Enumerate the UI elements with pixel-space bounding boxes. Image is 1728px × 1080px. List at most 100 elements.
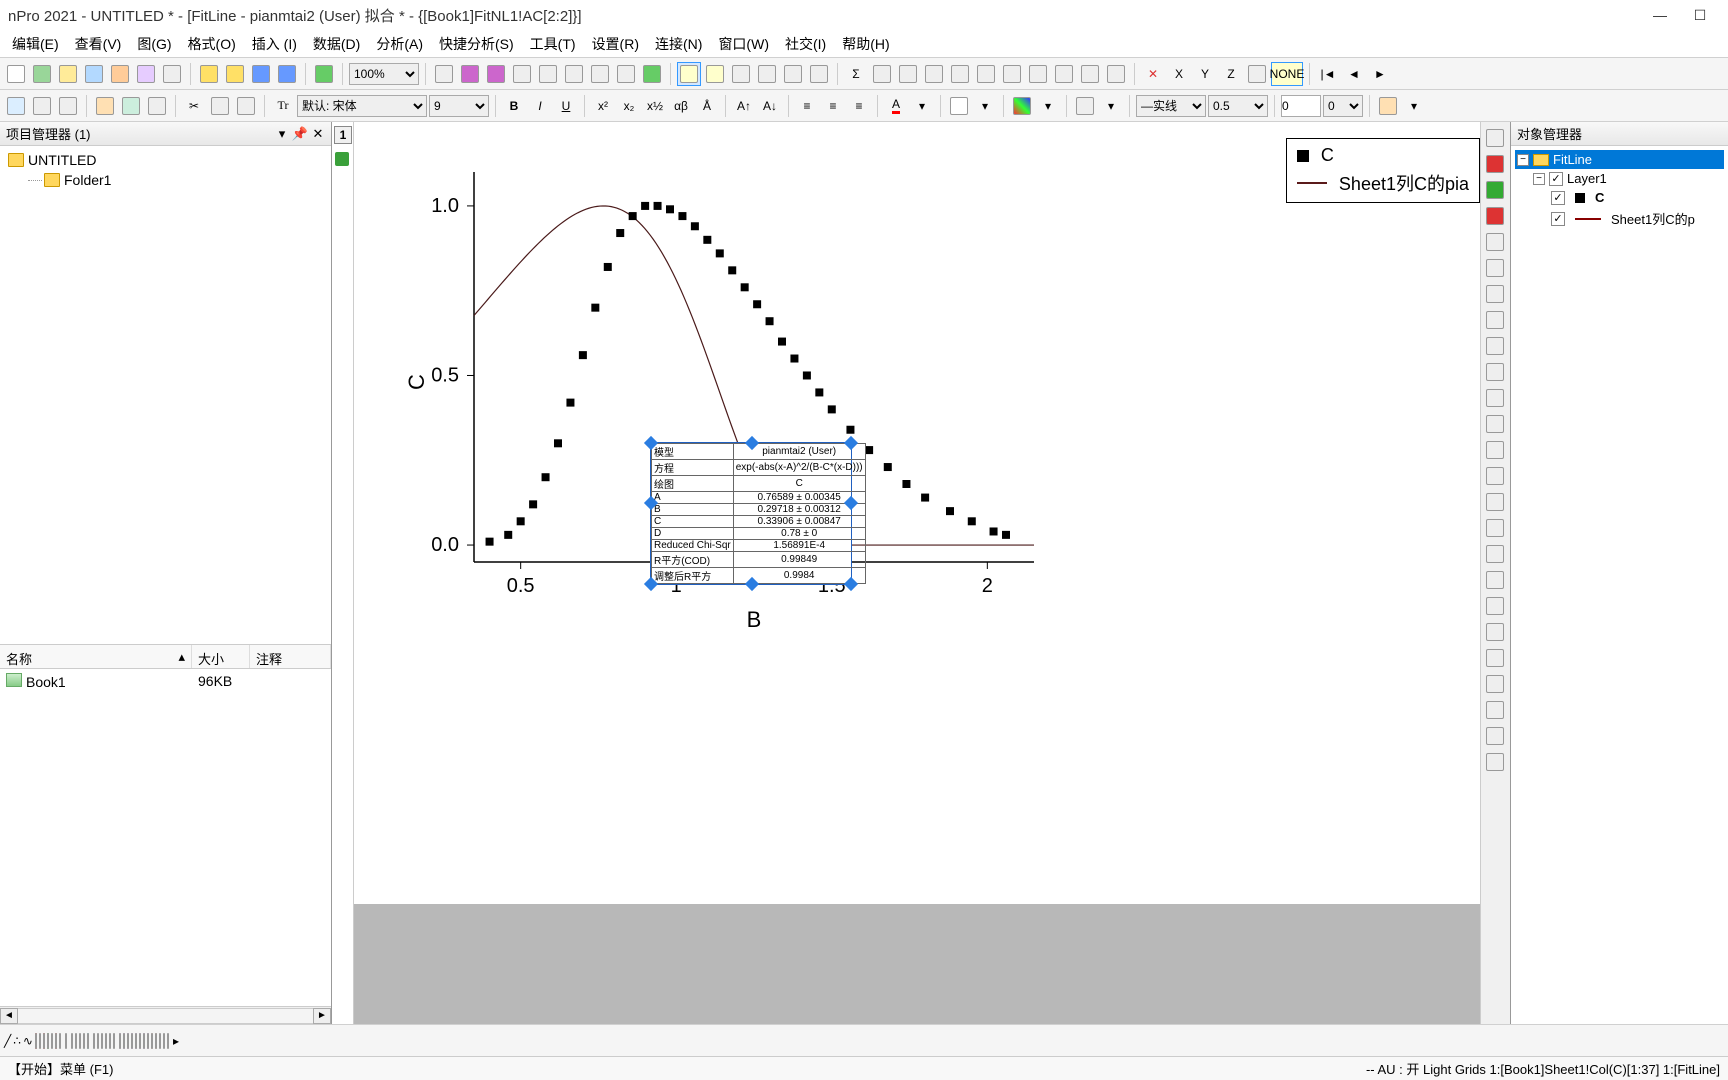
tool-i-icon[interactable] bbox=[1483, 438, 1507, 462]
stock-plot-icon[interactable] bbox=[55, 1034, 57, 1048]
scatter-plot-icon[interactable]: ∴ bbox=[13, 1034, 21, 1048]
tool-c-icon[interactable] bbox=[1483, 282, 1507, 306]
col-z-icon[interactable] bbox=[1000, 62, 1024, 86]
bold-icon[interactable]: B bbox=[502, 94, 526, 118]
checkbox-icon[interactable]: ✓ bbox=[1551, 191, 1565, 205]
stats-icon[interactable] bbox=[870, 62, 894, 86]
highlight-icon[interactable] bbox=[947, 94, 971, 118]
layer4-icon[interactable] bbox=[83, 1034, 85, 1048]
histogram-icon[interactable] bbox=[43, 1034, 45, 1048]
col-note[interactable]: 注释 bbox=[250, 645, 331, 668]
new-matrix-icon[interactable] bbox=[56, 62, 80, 86]
tool-q-icon[interactable] bbox=[1483, 646, 1507, 670]
col-size[interactable]: 大小 bbox=[192, 645, 250, 668]
tool-r-icon[interactable] bbox=[1483, 672, 1507, 696]
vector-plot-icon[interactable] bbox=[59, 1034, 61, 1048]
print-preview-icon[interactable] bbox=[458, 62, 482, 86]
project-tree[interactable]: UNTITLED Folder1 bbox=[0, 146, 331, 644]
tree-root[interactable]: UNTITLED bbox=[4, 150, 327, 170]
save-icon[interactable] bbox=[249, 62, 273, 86]
line-style-select[interactable]: —实线 bbox=[1136, 95, 1206, 117]
new-notes-icon[interactable] bbox=[134, 62, 158, 86]
tool-m-icon[interactable] bbox=[1483, 542, 1507, 566]
mask6-icon[interactable] bbox=[113, 1034, 115, 1048]
tool-a-icon[interactable] bbox=[1483, 230, 1507, 254]
panel-pin-icon[interactable]: 📌 bbox=[293, 127, 307, 141]
bar-plot-icon[interactable] bbox=[35, 1034, 37, 1048]
subscript-icon[interactable]: x₂ bbox=[617, 94, 641, 118]
menu-insert[interactable]: 插入 (I) bbox=[244, 30, 305, 58]
layer-tab[interactable]: 1 bbox=[334, 126, 352, 144]
pie-plot-icon[interactable] bbox=[51, 1034, 53, 1048]
mask5-icon[interactable] bbox=[109, 1034, 111, 1048]
align-r-icon[interactable] bbox=[127, 1034, 129, 1048]
zoom-out-icon[interactable] bbox=[703, 62, 727, 86]
rescale-x-icon[interactable] bbox=[1483, 152, 1507, 176]
rescale-icon[interactable] bbox=[1483, 126, 1507, 150]
menu-view[interactable]: 查看(V) bbox=[67, 30, 130, 58]
maximize-button[interactable]: ☐ bbox=[1680, 0, 1720, 30]
paste-format2-icon[interactable] bbox=[145, 94, 169, 118]
col-misc-icon[interactable] bbox=[1104, 62, 1128, 86]
plot-legend[interactable]: C Sheet1列C的pia bbox=[1286, 138, 1480, 203]
menu-graph[interactable]: 图(G) bbox=[129, 30, 179, 58]
tool-p-icon[interactable] bbox=[1483, 620, 1507, 644]
tool-f-icon[interactable] bbox=[1483, 360, 1507, 384]
object-tree[interactable]: − FitLine − ✓ Layer1 ✓ C ✓ Sheet1列C的p bbox=[1511, 146, 1728, 234]
import-icon[interactable] bbox=[312, 62, 336, 86]
go-first-icon[interactable]: |◄ bbox=[1316, 62, 1340, 86]
palette2-icon[interactable] bbox=[1376, 94, 1400, 118]
tree-folder1[interactable]: Folder1 bbox=[24, 170, 327, 190]
tool-t-icon[interactable] bbox=[1483, 724, 1507, 748]
tool-s-icon[interactable] bbox=[1483, 698, 1507, 722]
align-l-icon[interactable] bbox=[119, 1034, 121, 1048]
refresh-icon[interactable] bbox=[562, 62, 586, 86]
col-err-icon[interactable] bbox=[1026, 62, 1050, 86]
paste-icon[interactable] bbox=[234, 94, 258, 118]
go-next-icon[interactable]: ► bbox=[1368, 62, 1392, 86]
go-prev-icon[interactable]: ◄ bbox=[1342, 62, 1366, 86]
superscript-icon[interactable]: x² bbox=[591, 94, 615, 118]
menu-settings[interactable]: 设置(R) bbox=[584, 30, 647, 58]
tool-n-icon[interactable] bbox=[1483, 568, 1507, 592]
file-list-body[interactable]: Book1 96KB bbox=[0, 669, 331, 1006]
obj-series-c[interactable]: ✓ C bbox=[1515, 188, 1724, 207]
mask-remove-icon[interactable] bbox=[1245, 62, 1269, 86]
video-icon[interactable] bbox=[510, 62, 534, 86]
tool-j-icon[interactable] bbox=[1483, 464, 1507, 488]
mask-x-icon[interactable]: X bbox=[1167, 62, 1191, 86]
col-label-icon[interactable] bbox=[1052, 62, 1076, 86]
menu-window[interactable]: 窗口(W) bbox=[710, 30, 777, 58]
fill-color-icon[interactable] bbox=[1010, 94, 1034, 118]
expand-icon[interactable]: − bbox=[1533, 173, 1545, 185]
new-workbook-icon[interactable] bbox=[30, 62, 54, 86]
mask-add-icon[interactable]: ✕ bbox=[1141, 62, 1165, 86]
tool-d-icon[interactable] bbox=[1483, 308, 1507, 332]
subsuper-icon[interactable]: x½ bbox=[643, 94, 667, 118]
add-layer2-icon[interactable] bbox=[807, 62, 831, 86]
dist-v-icon[interactable] bbox=[147, 1034, 149, 1048]
more-icon[interactable]: ▸ bbox=[173, 1034, 179, 1048]
plot-canvas[interactable]: 0.511.520.00.51.0 C B C Sheet1列C的pia bbox=[354, 122, 1480, 1024]
align-left-icon[interactable]: ≡ bbox=[795, 94, 819, 118]
hscroll[interactable]: ◄ ► bbox=[0, 1006, 331, 1024]
tool-h-icon[interactable] bbox=[1483, 412, 1507, 436]
same-h-icon[interactable] bbox=[155, 1034, 157, 1048]
duplicate-icon[interactable] bbox=[536, 62, 560, 86]
sort-asc-icon[interactable] bbox=[896, 62, 920, 86]
layer3-icon[interactable] bbox=[79, 1034, 81, 1048]
menu-edit[interactable]: 编辑(E) bbox=[4, 30, 67, 58]
menu-analysis[interactable]: 分析(A) bbox=[368, 30, 431, 58]
fill-dropdown-icon[interactable]: ▾ bbox=[1036, 94, 1060, 118]
menu-format[interactable]: 格式(O) bbox=[180, 30, 244, 58]
line-width-select[interactable]: 0.5 bbox=[1208, 95, 1268, 117]
tool-k-icon[interactable] bbox=[1483, 490, 1507, 514]
new-graph-icon[interactable] bbox=[108, 62, 132, 86]
zoom-select[interactable]: 100% bbox=[349, 63, 419, 85]
save-template-icon[interactable] bbox=[275, 62, 299, 86]
line-color-dropdown-icon[interactable]: ▾ bbox=[1099, 94, 1123, 118]
font-increase-icon[interactable]: A↑ bbox=[732, 94, 756, 118]
palette-icon[interactable] bbox=[4, 94, 28, 118]
expand-icon[interactable]: − bbox=[1517, 154, 1529, 166]
menu-connect[interactable]: 连接(N) bbox=[647, 30, 710, 58]
